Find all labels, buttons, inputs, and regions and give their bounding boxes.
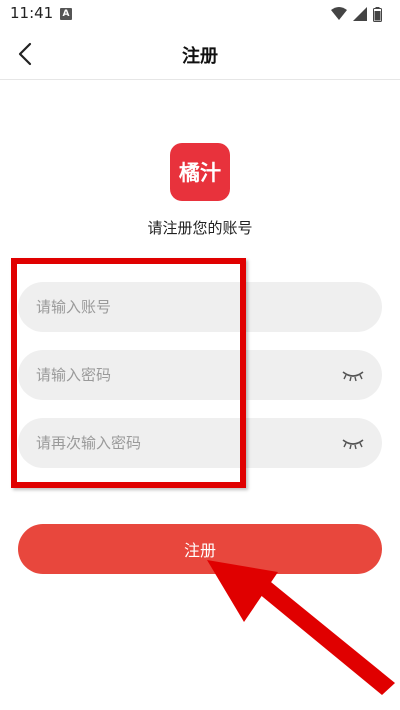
eye-closed-icon[interactable]: [342, 367, 364, 383]
password-field[interactable]: [18, 350, 382, 400]
arrow-shaft: [258, 578, 395, 695]
wifi-icon: [331, 7, 347, 20]
app-logo: 橘汁: [170, 143, 230, 201]
eye-closed-icon[interactable]: [342, 435, 364, 451]
status-bar: 11:41 A: [0, 0, 400, 28]
status-icons: [331, 6, 382, 22]
password-input[interactable]: [36, 350, 336, 400]
app-header: 注册: [0, 28, 400, 80]
register-button[interactable]: 注册: [18, 524, 382, 574]
signal-icon: [353, 7, 367, 21]
register-subtitle: 请注册您的账号: [147, 219, 253, 237]
notification-a-icon: A: [60, 8, 72, 20]
account-input[interactable]: [36, 282, 336, 332]
logo-text: 橘汁: [179, 161, 221, 185]
confirm-password-field[interactable]: [18, 418, 382, 468]
account-field[interactable]: [18, 282, 382, 332]
status-time: 11:41: [10, 4, 54, 22]
battery-icon: [373, 6, 382, 22]
confirm-password-input[interactable]: [36, 418, 336, 468]
page-title: 注册: [182, 46, 218, 67]
